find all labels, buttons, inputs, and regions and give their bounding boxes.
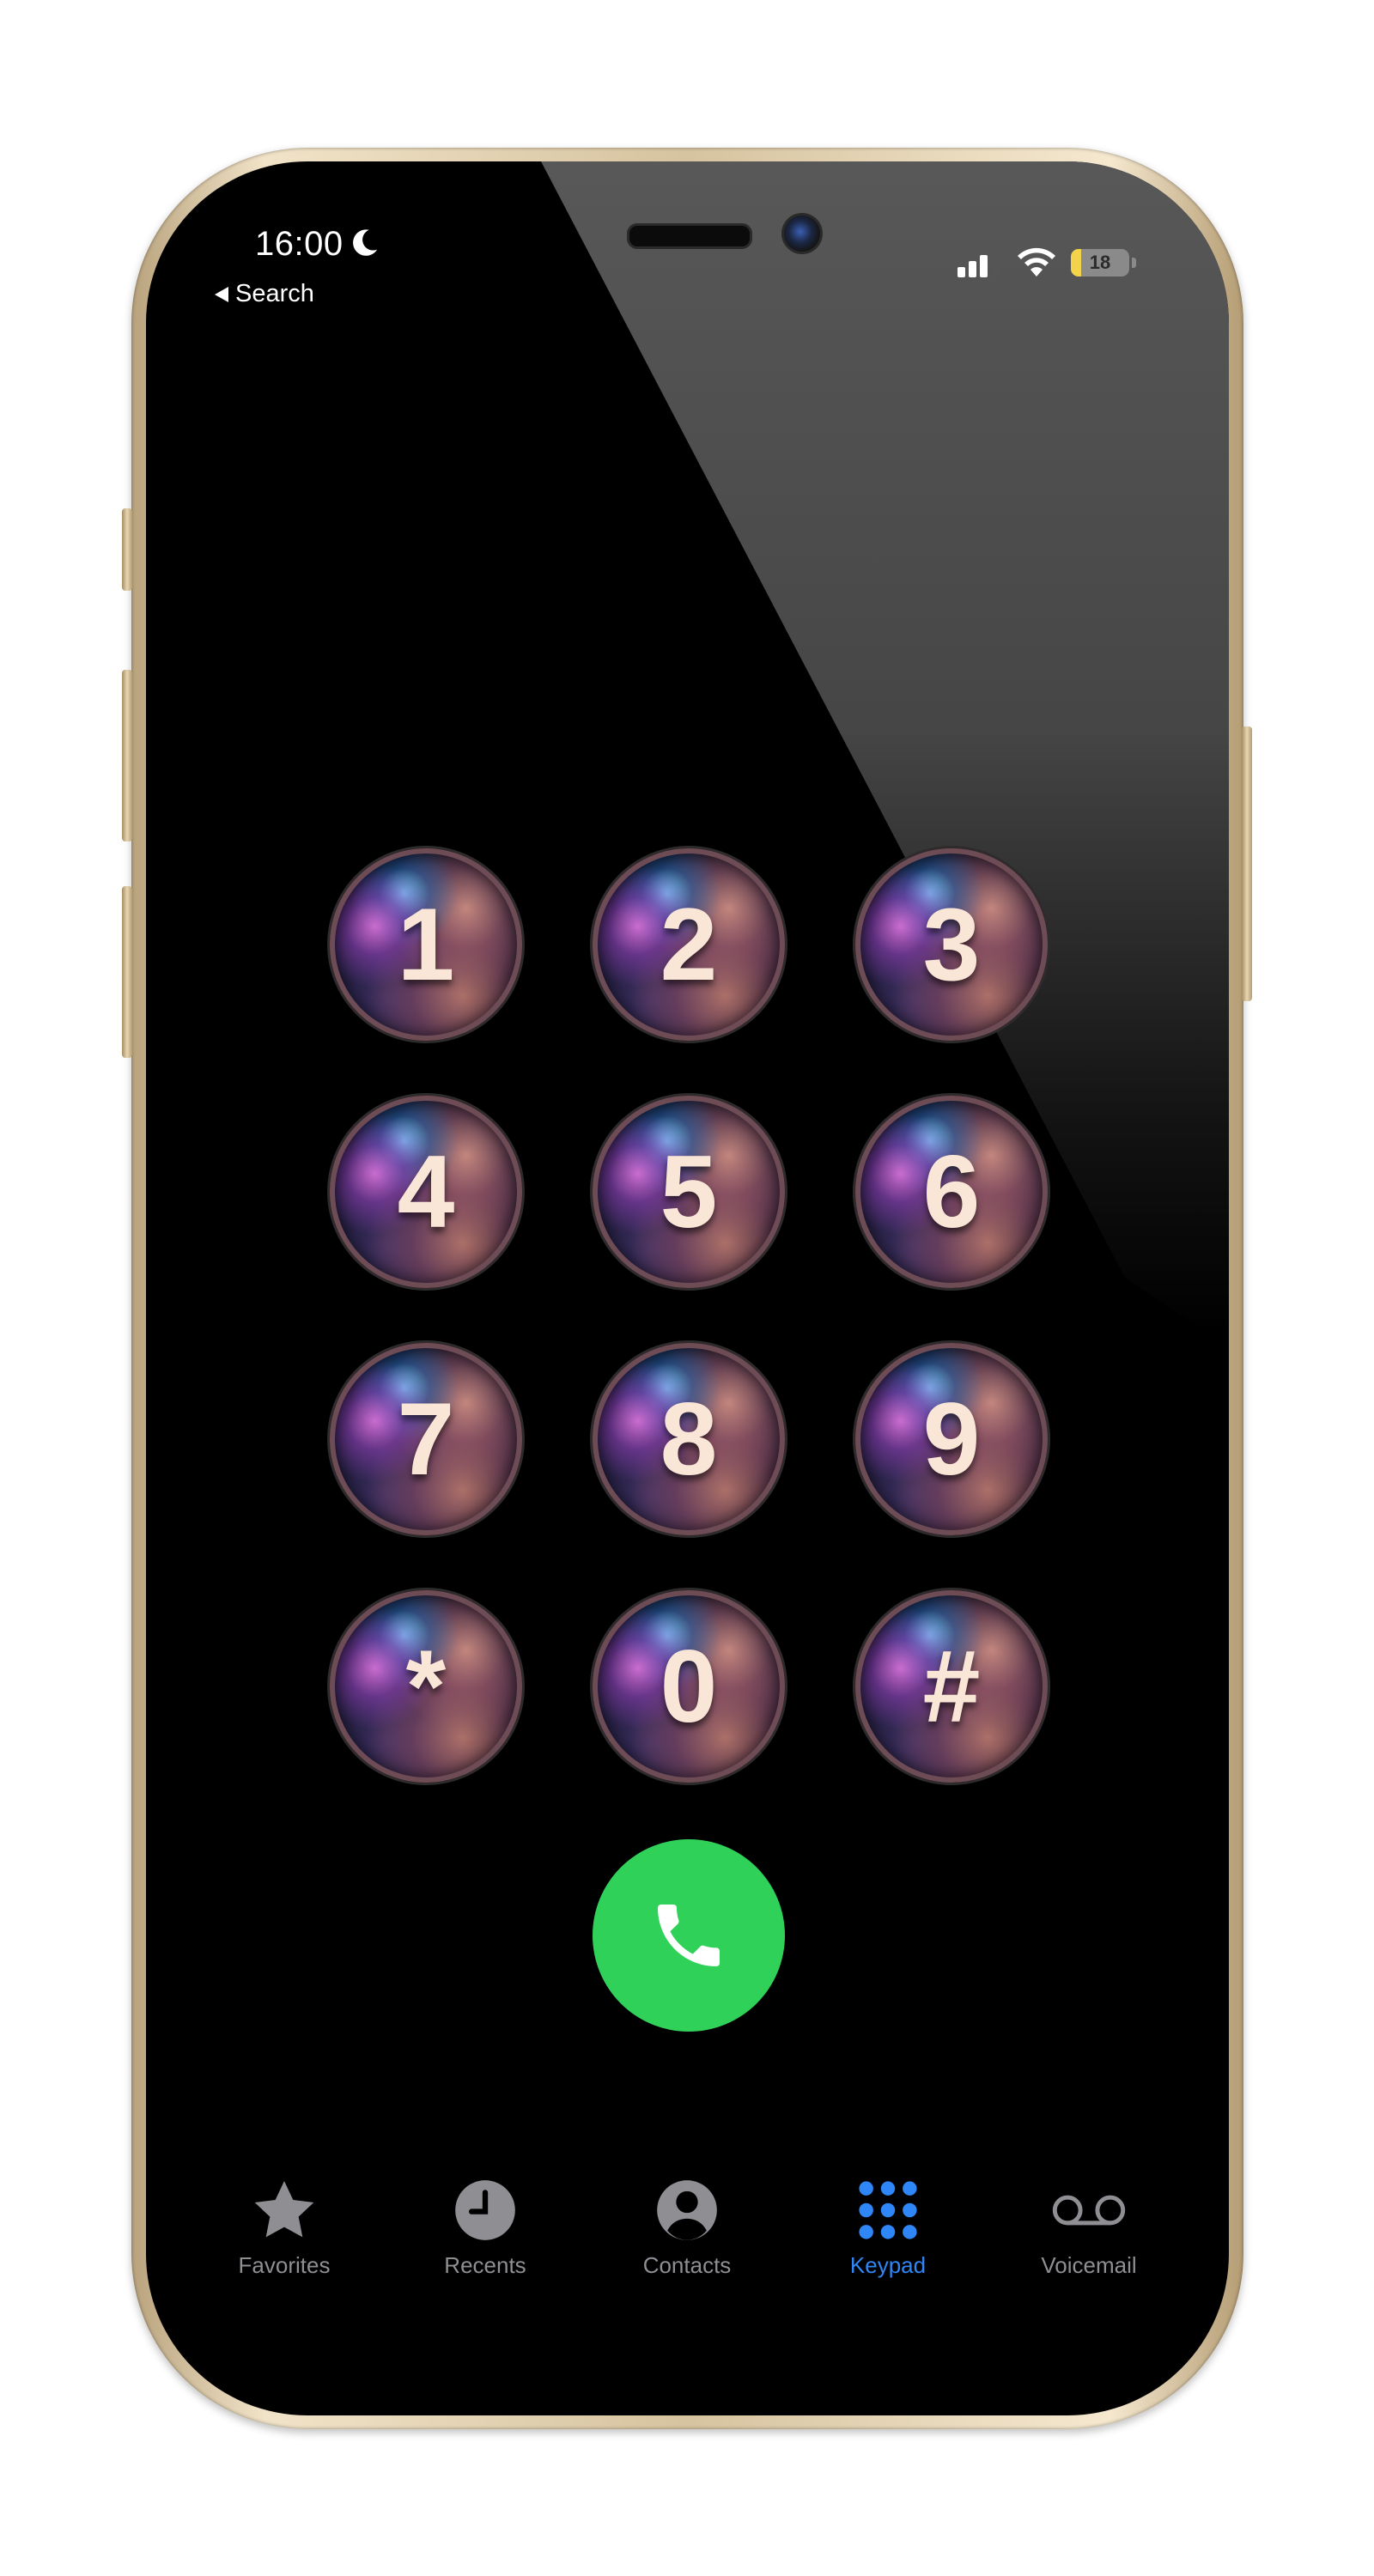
key-hash-label: # [922, 1629, 981, 1744]
tab-keypad-label: Keypad [849, 2252, 927, 2278]
phone-handset-icon [658, 1905, 720, 1966]
dial-keypad: 1 2 3 4 5 6 7 8 9 * 0 # [146, 161, 1229, 2415]
power-button [1242, 726, 1252, 1001]
key-5-label: 5 [660, 1134, 718, 1249]
phone-screen: 16:00 Search 18 1 2 3 4 5 6 7 8 9 * 0 # … [146, 161, 1229, 2415]
clock-icon [455, 2180, 515, 2240]
key-star-label: * [405, 1629, 447, 1744]
key-0[interactable]: 0 [593, 1590, 785, 1783]
volume-down-button [122, 886, 132, 1058]
key-9-label: 9 [922, 1382, 981, 1497]
key-3[interactable]: 3 [855, 848, 1048, 1041]
key-3-label: 3 [922, 887, 981, 1002]
action-button [122, 508, 132, 591]
tab-contacts-label: Contacts [642, 2252, 732, 2278]
keypad-grid-icon [859, 2181, 917, 2239]
tab-bar: Favorites Recents Contacts Keypad Voicem… [146, 2173, 1229, 2311]
key-7-label: 7 [397, 1382, 455, 1497]
key-2[interactable]: 2 [593, 848, 785, 1041]
key-1[interactable]: 1 [330, 848, 522, 1041]
tab-recents[interactable]: Recents [399, 2173, 571, 2279]
key-2-label: 2 [660, 887, 718, 1002]
tab-voicemail[interactable]: Voicemail [1003, 2173, 1175, 2279]
key-9[interactable]: 9 [855, 1343, 1048, 1535]
key-8[interactable]: 8 [593, 1343, 785, 1535]
volume-up-button [122, 670, 132, 841]
tab-favorites-label: Favorites [238, 2252, 331, 2278]
key-1-label: 1 [397, 887, 455, 1002]
key-4-label: 4 [397, 1134, 455, 1249]
key-5[interactable]: 5 [593, 1096, 785, 1288]
key-star[interactable]: * [330, 1590, 522, 1783]
call-button[interactable] [593, 1839, 785, 2032]
voicemail-icon [1052, 2195, 1126, 2226]
key-6-label: 6 [922, 1134, 981, 1249]
person-circle-icon [657, 2180, 717, 2240]
star-icon [254, 2181, 314, 2238]
key-6[interactable]: 6 [855, 1096, 1048, 1288]
key-0-label: 0 [660, 1629, 718, 1744]
tab-contacts[interactable]: Contacts [601, 2173, 773, 2279]
tab-keypad[interactable]: Keypad [802, 2173, 974, 2279]
key-8-label: 8 [660, 1382, 718, 1497]
key-4[interactable]: 4 [330, 1096, 522, 1288]
key-7[interactable]: 7 [330, 1343, 522, 1535]
tab-favorites[interactable]: Favorites [198, 2173, 370, 2279]
tab-recents-label: Recents [444, 2252, 526, 2278]
key-hash[interactable]: # [855, 1590, 1048, 1783]
tab-voicemail-label: Voicemail [1041, 2252, 1137, 2278]
